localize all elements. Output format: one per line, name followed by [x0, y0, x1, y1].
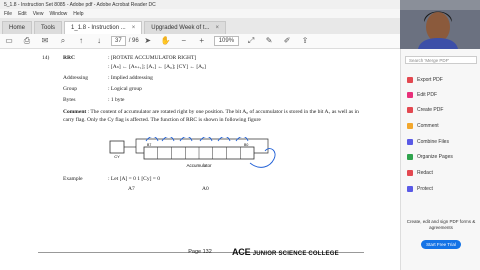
menu-window[interactable]: Window	[49, 11, 67, 17]
tool-organize-pages[interactable]: Organize Pages	[407, 154, 453, 160]
tool-edit-pdf[interactable]: Edit PDF	[407, 92, 437, 98]
tool-create-pdf-label: Create PDF	[417, 107, 444, 113]
tool-combine-files-label: Combine Files	[417, 139, 449, 145]
b7-label: B7	[147, 143, 151, 147]
tool-redact[interactable]: Redact	[407, 170, 433, 176]
select-arrow-icon[interactable]: ➤	[143, 36, 153, 46]
tool-combine-files[interactable]: Combine Files	[407, 139, 449, 145]
create-pdf-icon	[407, 107, 413, 113]
rrc-diagram: CY Accumulator B7 B0	[109, 137, 276, 168]
tab-document-2[interactable]: Upgraded Week of t... ×	[144, 21, 227, 34]
webcam-overlay	[400, 0, 480, 49]
a7-label: A7	[128, 186, 135, 192]
comment-icon[interactable]: ✎	[264, 36, 274, 46]
tool-export-pdf-label: Export PDF	[417, 77, 443, 83]
menu-file[interactable]: File	[4, 11, 12, 17]
save-icon[interactable]: ▭	[4, 36, 14, 46]
zoom-out-icon[interactable]: −	[179, 36, 189, 46]
share-icon[interactable]: ⇪	[300, 36, 310, 46]
tool-comment-label: Comment	[417, 123, 439, 129]
highlight-icon[interactable]: ✐	[282, 36, 292, 46]
a0-label: A0	[202, 186, 209, 192]
b0-label: B0	[244, 143, 248, 147]
tab-home[interactable]: Home	[2, 21, 33, 34]
tab-tools[interactable]: Tools	[34, 21, 63, 34]
group-label: Group	[63, 86, 78, 92]
tool-protect[interactable]: Protect	[407, 186, 433, 192]
tool-protect-label: Protect	[417, 186, 433, 192]
toolbar: ▭ ⎙ ✉ ⌕ ↑ ↓ 37 / 96 ➤ ✋ − + 109% ⤢ ✎ ✐ ⇪	[0, 34, 400, 49]
example-label: Example	[63, 176, 83, 182]
promo-text: Create, edit and sign PDF forms & agreem…	[406, 219, 476, 230]
menu-edit[interactable]: Edit	[18, 11, 27, 17]
comment-text: : The content of accumulator are rotated…	[63, 109, 359, 123]
operation: : [Aₙ] ← [Aₙ₊₁]; [A₇] ← [A₀]; [CY] ← [A₀…	[108, 64, 206, 70]
redact-icon	[407, 170, 413, 176]
tab-document-2-label: Upgraded Week of t...	[151, 25, 210, 31]
page-up-icon[interactable]: ↑	[76, 36, 86, 46]
bytes-value: : 1 byte	[108, 97, 125, 103]
menu-view[interactable]: View	[33, 11, 44, 17]
tool-organize-pages-label: Organize Pages	[417, 154, 453, 160]
comment-paragraph: Comment : The content of accumulator are…	[63, 108, 359, 124]
protect-icon	[407, 186, 413, 192]
page-down-icon[interactable]: ↓	[94, 36, 104, 46]
fit-page-icon[interactable]: ⤢	[246, 36, 256, 46]
brand-name: ACE	[232, 247, 251, 257]
free-trial-button[interactable]: Start Free Trial	[421, 240, 461, 249]
document-page: 14) RRC : [ROTATE ACCUMULATOR RIGHT] : […	[0, 49, 400, 270]
zoom-select[interactable]: 109%	[213, 36, 240, 46]
close-icon[interactable]: ×	[216, 25, 220, 31]
edit-pdf-icon	[407, 92, 413, 98]
tool-export-pdf[interactable]: Export PDF	[407, 77, 443, 83]
organize-pages-icon	[407, 154, 413, 160]
instruction-name: : [ROTATE ACCUMULATOR RIGHT]	[108, 55, 197, 61]
close-icon[interactable]: ×	[132, 25, 136, 31]
menu-bar: File Edit View Window Help	[0, 9, 400, 18]
tab-bar: Home Tools 1_1.8 - Instruction ... × Upgr…	[0, 18, 400, 34]
bytes-label: Bytes	[63, 97, 76, 103]
college-logo: ACE JUNIOR SCIENCE COLLEGE	[232, 247, 339, 257]
print-icon[interactable]: ⎙	[22, 36, 32, 46]
cy-label: CY	[114, 154, 120, 159]
zoom-in-icon[interactable]: +	[197, 36, 207, 46]
export-pdf-icon	[407, 77, 413, 83]
page-number: Page 132	[188, 249, 212, 255]
item-number: 14)	[42, 55, 50, 61]
tool-create-pdf[interactable]: Create PDF	[407, 107, 443, 113]
combine-files-icon	[407, 139, 413, 145]
tool-comment[interactable]: Comment	[407, 123, 439, 129]
tool-redact-label: Redact	[417, 170, 433, 176]
group-value: : Logical group	[108, 86, 142, 92]
search-icon[interactable]: ⌕	[58, 36, 68, 46]
page-number-input[interactable]: 37	[111, 36, 126, 46]
comment-label: Comment	[63, 109, 87, 115]
tool-edit-pdf-label: Edit PDF	[417, 92, 438, 98]
addressing-value: : Implied addressing	[108, 75, 153, 81]
menu-help[interactable]: Help	[73, 11, 83, 17]
mail-icon[interactable]: ✉	[40, 36, 50, 46]
tab-document-1[interactable]: 1_1.8 - Instruction ... ×	[64, 21, 143, 34]
hand-icon[interactable]: ✋	[161, 36, 171, 46]
tools-search-input[interactable]: Search 'Merge PDF'	[405, 56, 477, 64]
brand-subtitle: JUNIOR SCIENCE COLLEGE	[252, 251, 339, 257]
page-total: / 96	[128, 38, 139, 44]
example-text: : Let [A] = 0 1 [Cy] = 0	[108, 176, 161, 182]
addressing-label: Addressing	[63, 75, 89, 81]
comment-icon	[407, 123, 413, 129]
tools-pane: Search 'Merge PDF' Export PDF Edit PDF C…	[400, 49, 480, 270]
mnemonic: RRC	[63, 55, 75, 61]
presenter-video	[400, 0, 480, 49]
accumulator-label: Accumulator	[186, 163, 212, 168]
tab-document-1-label: 1_1.8 - Instruction ...	[71, 25, 126, 31]
